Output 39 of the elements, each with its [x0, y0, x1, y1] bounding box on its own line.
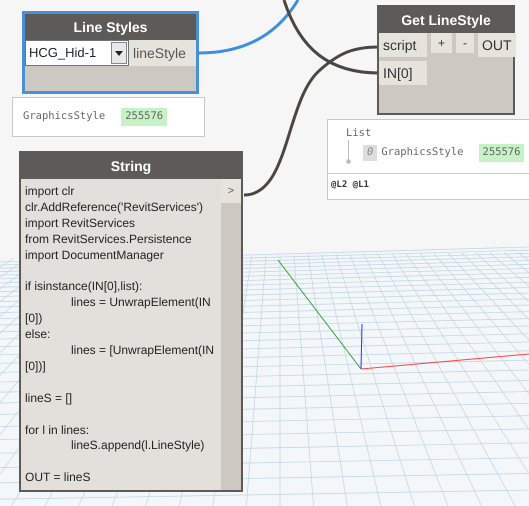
- code-line: [0]): [25, 311, 44, 328]
- code-text-field[interactable]: [21, 179, 221, 490]
- tree-line-icon: [346, 140, 351, 164]
- output-port[interactable]: lineStyle: [129, 40, 196, 66]
- output-port[interactable]: >: [221, 179, 241, 203]
- input-port[interactable]: script: [379, 33, 427, 57]
- add-input-button[interactable]: +: [431, 33, 452, 53]
- element-id: 255576: [121, 108, 168, 126]
- output-port[interactable]: OUT: [478, 33, 516, 57]
- code-line: lineS = []: [25, 390, 74, 407]
- python-node[interactable]: Get LineStyle script IN[0] + - OUT: [377, 5, 515, 115]
- code-line: lines = UnwrapElement(IN: [70, 295, 212, 312]
- dropdown-node[interactable]: Line Styles HCG_Hid-1 lineStyle: [22, 11, 199, 94]
- code-line: from RevitServices.Persistence: [25, 232, 193, 248]
- code-line: import DocumentManager: [25, 248, 165, 264]
- list-label: List: [346, 126, 372, 141]
- code-line: lineS.append(l.LineStyle): [70, 438, 206, 454]
- element-id: 255576: [478, 144, 524, 162]
- node-title: Line Styles: [25, 14, 196, 40]
- node-title: Get LineStyle: [379, 7, 513, 33]
- code-line: else:: [25, 327, 52, 344]
- code-line: OUT = lineS: [25, 470, 92, 486]
- caret-icon: [111, 42, 127, 64]
- list-levels: @L2 @L1: [328, 173, 529, 200]
- remove-input-button[interactable]: -: [456, 33, 474, 53]
- code-line: import RevitServices: [25, 216, 136, 232]
- value-type: GraphicsStyle: [381, 144, 464, 160]
- code-line: if isinstance(IN[0],list):: [25, 279, 144, 296]
- code-line: lines = [UnwrapElement(IN: [70, 343, 216, 359]
- style-dropdown[interactable]: HCG_Hid-1: [25, 40, 129, 66]
- code-line: import clr: [25, 184, 76, 200]
- input-port[interactable]: IN[0]: [379, 61, 427, 85]
- code-line: clr.AddReference('RevitServices'): [25, 200, 204, 216]
- value-type: GraphicsStyle: [23, 109, 106, 124]
- code-line: for l in lines:: [25, 422, 90, 438]
- code-line: [0])]: [25, 358, 47, 375]
- list-index: 0: [363, 144, 378, 160]
- node-title: String: [21, 153, 241, 179]
- string-node[interactable]: [19, 151, 243, 492]
